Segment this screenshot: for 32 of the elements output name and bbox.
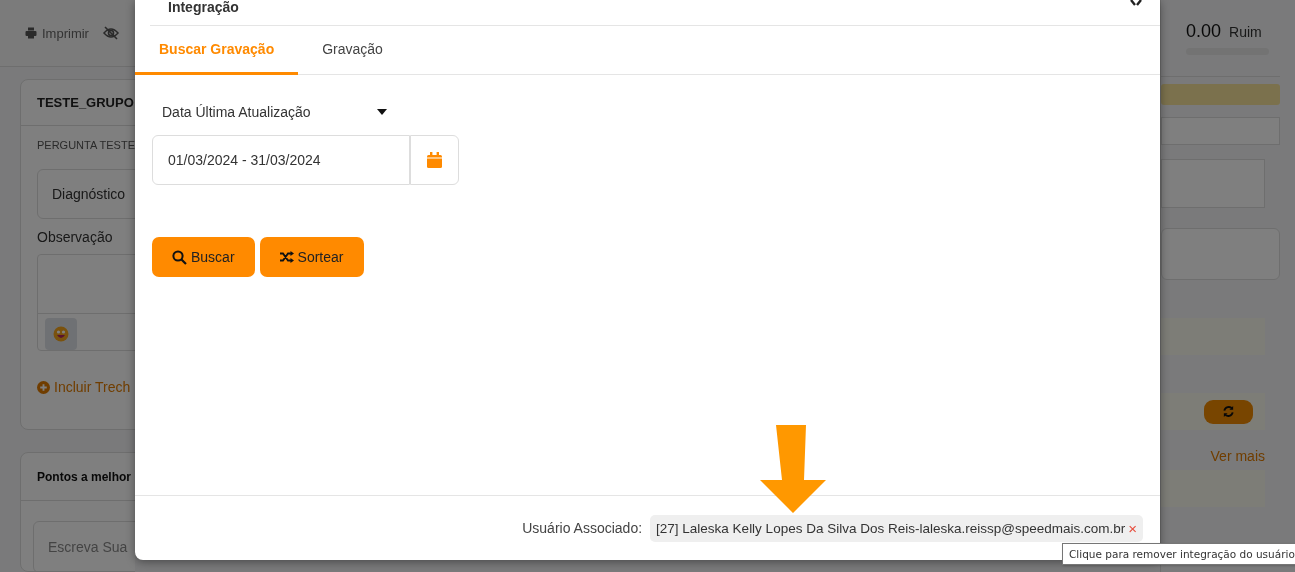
caret-icon <box>377 109 387 115</box>
tab[interactable]: Gravação <box>298 26 407 75</box>
search-button[interactable]: Buscar <box>152 237 255 277</box>
close-icon[interactable] <box>1130 0 1142 7</box>
eye-slash-icon[interactable] <box>102 26 119 40</box>
search-icon <box>172 249 187 265</box>
printer-icon <box>25 27 37 39</box>
add-excerpt-link[interactable]: Incluir Trech <box>37 379 135 395</box>
shuffle-icon <box>279 251 294 263</box>
tab[interactable]: Buscar Gravação <box>135 26 299 75</box>
score-value: 0.00 <box>1186 21 1222 42</box>
question-label: PERGUNTA TESTE <box>37 139 135 151</box>
user-tag: [27] Laleska Kelly Lopes Da Silva Dos Reis-laleska.reissp@speedmais.com.br × <box>650 514 1143 542</box>
date-range-field[interactable]: 01/03/2024 - 31/03/2024 <box>152 135 410 185</box>
shuffle-button[interactable]: Sortear <box>259 237 364 277</box>
observation-label: Observação <box>37 229 113 245</box>
emoji-icon <box>53 326 69 342</box>
date-type-dropdown[interactable]: Data Última Atualização <box>152 99 397 125</box>
arrow-icon <box>760 425 826 513</box>
calendar-icon <box>427 152 442 168</box>
plus-circle-icon <box>37 380 50 394</box>
refresh-button[interactable] <box>1204 399 1253 424</box>
modal-title: Integração <box>168 0 239 14</box>
associated-user-label: Usuário Associado: <box>522 520 643 536</box>
refresh-icon <box>1222 405 1235 418</box>
card-title: TESTE_GRUPO <box>37 95 134 110</box>
calendar-button[interactable] <box>410 135 459 185</box>
score-rating: Ruim <box>1229 24 1262 40</box>
tooltip: Clique para remover integração do usuário <box>1062 543 1295 565</box>
remove-button[interactable]: × <box>1128 521 1137 535</box>
card-title: Pontos a melhor <box>37 469 131 484</box>
print-button[interactable]: Imprimir <box>25 25 89 41</box>
